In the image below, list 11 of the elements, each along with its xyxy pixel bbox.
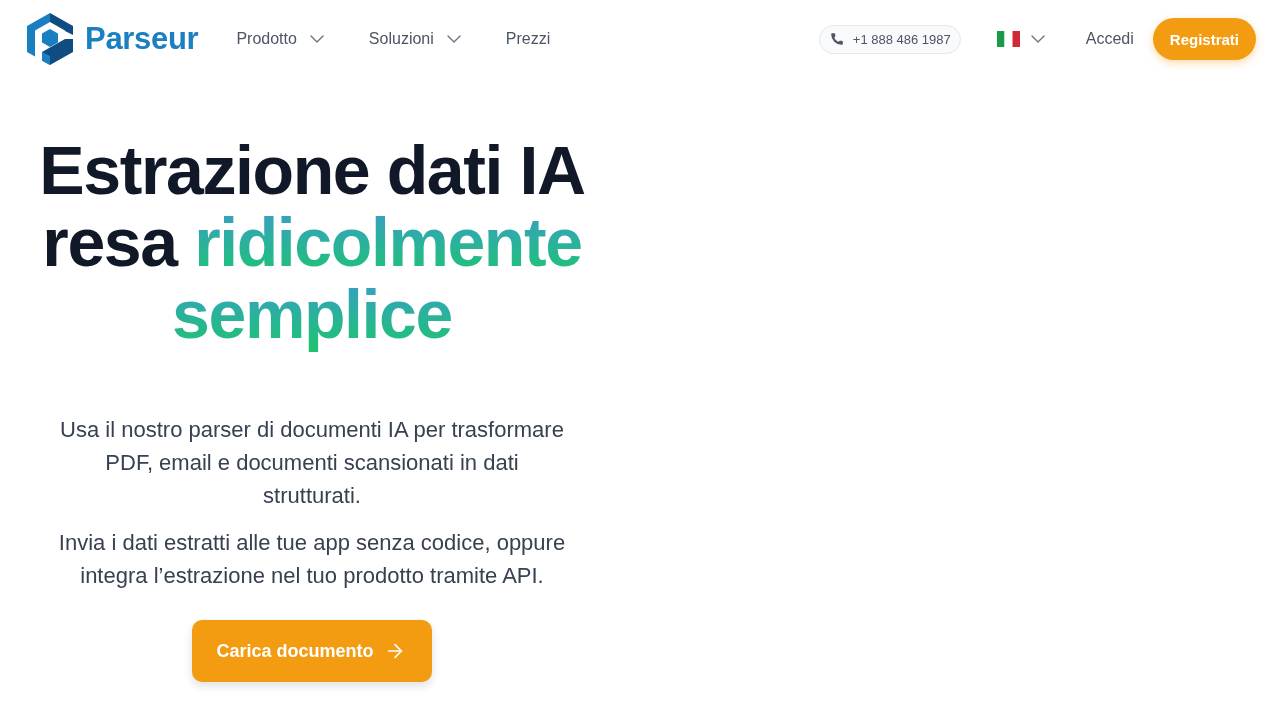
login-link[interactable]: Accedi — [1085, 30, 1134, 48]
hexagon-logo-icon — [27, 13, 73, 65]
hero-description: Invia i dati estratti alle tue app senza codice, oppure integra l’estrazione nel tuo prodotto tramite API. — [57, 529, 567, 590]
italian-flag-icon — [996, 31, 1020, 47]
nav-menu-item[interactable]: Soluzioni — [368, 27, 466, 51]
hero-description: Usa il nostro parser di documenti IA per trasformare PDF, email e documenti scansionati in dati strutturati. — [59, 416, 565, 510]
nav-menu-item[interactable]: Prezzi — [505, 30, 551, 48]
phone-link[interactable]: +1 888 486 1987 — [818, 24, 961, 54]
nav-menu-item[interactable]: Prodotto — [236, 27, 329, 51]
brand-name: Parseur — [85, 21, 199, 57]
phone-icon — [829, 32, 844, 46]
